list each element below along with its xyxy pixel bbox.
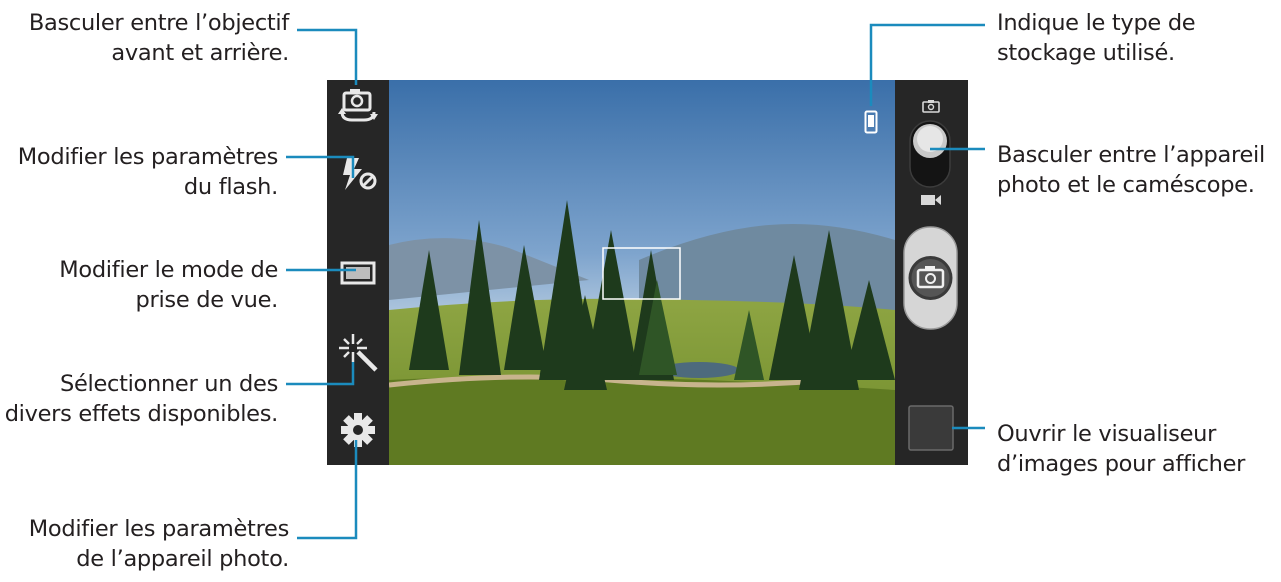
- camera-mode-icon: [922, 98, 940, 113]
- flash-off-icon[interactable]: [335, 154, 381, 194]
- effects-wand-icon[interactable]: [336, 330, 380, 374]
- callout-shooting-mode: Modifier le mode de prise de vue.: [59, 257, 278, 313]
- camera-camcorder-toggle-icon[interactable]: [909, 120, 951, 188]
- shooting-mode-icon[interactable]: [340, 260, 376, 286]
- camera-switch-icon[interactable]: [336, 84, 380, 124]
- callout-gallery: Ouvrir le visualiseur d’images pour affi…: [997, 421, 1246, 477]
- phone-storage-icon: [864, 110, 878, 134]
- gallery-thumbnail-icon[interactable]: [908, 405, 954, 451]
- viewfinder-preview[interactable]: [389, 80, 895, 465]
- gear-icon[interactable]: [338, 410, 378, 450]
- callout-effects: Sélectionner un des divers effets dispon…: [4, 371, 279, 427]
- left-toolbar: [327, 80, 389, 465]
- callout-settings: Modifier les paramètres de l’appareil ph…: [28, 516, 290, 572]
- callout-flash: Modifier les paramètres du flash.: [17, 144, 279, 200]
- callout-switch-lens: Basculer entre l’objectif avant et arriè…: [28, 10, 289, 66]
- callout-camera-camcorder: Basculer entre l’appareil photo et le ca…: [997, 142, 1265, 198]
- camera-screen: [327, 80, 968, 465]
- shutter-camera-icon[interactable]: [903, 226, 958, 330]
- callout-storage: Indique le type de stockage utilisé.: [997, 10, 1196, 66]
- right-toolbar: [895, 80, 968, 465]
- camcorder-mode-icon: [920, 192, 942, 206]
